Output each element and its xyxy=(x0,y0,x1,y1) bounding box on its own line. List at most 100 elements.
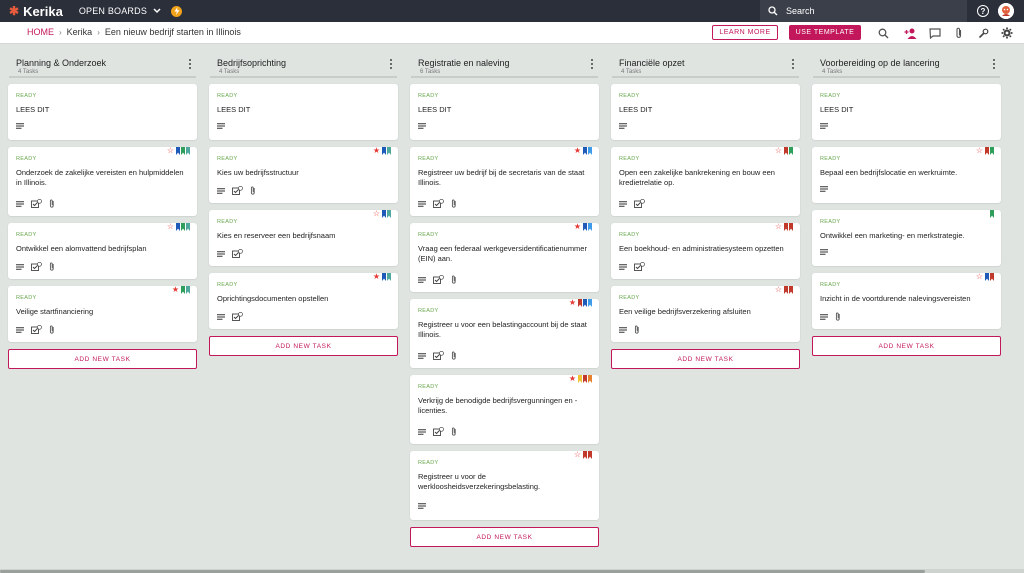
task-status: READY xyxy=(418,232,439,238)
star-filled-icon[interactable]: ★ xyxy=(574,223,581,231)
star-filled-icon[interactable]: ★ xyxy=(569,375,576,383)
task-card[interactable]: READY Kies uw bedrijfsstructuur ★ xyxy=(209,147,398,203)
add-new-task-button[interactable]: ADD NEW TASK xyxy=(812,336,1001,356)
task-card[interactable]: READY Een boekhoud- en administratiesyste… xyxy=(611,223,800,279)
search-icon[interactable] xyxy=(876,26,890,40)
task-card[interactable]: READY Bepaal een bedrijfslocatie en werkr… xyxy=(812,147,1001,203)
star-filled-icon[interactable]: ★ xyxy=(373,147,380,155)
column-header: Financiële opzet 4 Tasks xyxy=(612,56,799,78)
star-outline-icon[interactable]: ☆ xyxy=(775,223,782,231)
task-card[interactable]: READY Onderzoek de zakelijke vereisten en… xyxy=(8,147,197,216)
lines-icon xyxy=(16,263,24,270)
use-template-button[interactable]: USE TEMPLATE xyxy=(789,25,861,40)
add-new-task-button[interactable]: ADD NEW TASK xyxy=(410,527,599,547)
task-card[interactable]: READY Vraag een federaal werkgeversidenti… xyxy=(410,223,599,292)
column-header: Voorbereiding op de lancering 4 Tasks xyxy=(813,56,1000,78)
task-card[interactable]: READY Ontwikkel een marketing- en merkstr… xyxy=(812,210,1001,266)
task-card[interactable]: READY Open een zakelijke bankrekening en … xyxy=(611,147,800,216)
star-filled-icon[interactable]: ★ xyxy=(172,286,179,294)
add-person-icon[interactable] xyxy=(903,26,917,40)
column-title: Bedrijfsoprichting xyxy=(217,58,287,68)
task-title: LEES DIT xyxy=(217,105,251,114)
star-outline-icon[interactable]: ☆ xyxy=(775,147,782,155)
lines-icon xyxy=(418,503,426,509)
chat-icon[interactable] xyxy=(928,26,942,40)
task-card[interactable]: READY LEES DIT xyxy=(611,84,800,140)
search-placeholder: Search xyxy=(786,6,815,16)
add-new-task-button[interactable]: ADD NEW TASK xyxy=(209,336,398,356)
task-card[interactable]: READY Registreer u voor de werkloosheidsv… xyxy=(410,451,599,520)
attach-icon xyxy=(49,199,55,208)
tag-ribbon-teal xyxy=(387,210,391,218)
help-icon[interactable]: ? xyxy=(977,5,989,17)
task-indicators xyxy=(418,199,464,208)
task-card[interactable]: READY LEES DIT xyxy=(812,84,1001,140)
star-outline-icon[interactable]: ☆ xyxy=(775,286,782,294)
task-card[interactable]: READY Inzicht in de voortdurende naleving… xyxy=(812,273,1001,329)
task-card[interactable]: READY Registreer uw bedrijf bij de secret… xyxy=(410,147,599,216)
kerika-logo[interactable]: ✱ Kerika xyxy=(9,4,63,19)
task-indicators xyxy=(217,312,250,321)
task-status: READY xyxy=(217,156,238,162)
star-filled-icon[interactable]: ★ xyxy=(569,299,576,307)
add-new-task-button[interactable]: ADD NEW TASK xyxy=(611,349,800,369)
tag-ribbon-darkred xyxy=(588,451,592,459)
star-outline-icon[interactable]: ☆ xyxy=(574,451,581,459)
task-status: READY xyxy=(619,156,640,162)
star-outline-icon[interactable]: ☆ xyxy=(976,273,983,281)
bolt-icon[interactable] xyxy=(171,5,183,17)
checklist-icon xyxy=(433,275,444,284)
breadcrumb-home[interactable]: HOME xyxy=(27,27,54,37)
lines-icon xyxy=(418,428,426,435)
task-card[interactable]: READY LEES DIT xyxy=(410,84,599,140)
lines-icon xyxy=(217,313,225,320)
search-box[interactable]: Search xyxy=(760,0,967,22)
task-card[interactable]: READY LEES DIT xyxy=(209,84,398,140)
attach-icon xyxy=(634,325,640,334)
kebab-menu-icon[interactable] xyxy=(791,59,795,69)
add-new-task-button[interactable]: ADD NEW TASK xyxy=(8,349,197,369)
kebab-menu-icon[interactable] xyxy=(188,59,192,69)
tag-ribbon-darkred xyxy=(789,223,793,231)
task-card[interactable]: READY Verkrijg de benodigde bedrijfsvergu… xyxy=(410,375,599,444)
task-card[interactable]: READY Registreer u voor een belastingacco… xyxy=(410,299,599,368)
task-indicators xyxy=(418,275,464,284)
task-indicators xyxy=(820,123,835,129)
task-title: Registreer uw bedrijf bij de secretaris … xyxy=(418,168,585,187)
avatar[interactable] xyxy=(998,3,1014,19)
open-boards-menu[interactable]: OPEN BOARDS xyxy=(79,6,161,16)
tag-ribbon-green xyxy=(181,223,185,231)
breadcrumb-org[interactable]: Kerika xyxy=(67,27,93,37)
horizontal-scrollbar[interactable] xyxy=(0,569,1024,573)
task-flags: ★ xyxy=(172,286,190,294)
star-outline-icon[interactable]: ☆ xyxy=(167,147,174,155)
star-outline-icon[interactable]: ☆ xyxy=(976,147,983,155)
task-status: READY xyxy=(217,282,238,288)
column-title: Planning & Onderzoek xyxy=(16,58,107,68)
task-card[interactable]: READY Oprichtingsdocumenten opstellen ★ xyxy=(209,273,398,329)
task-card[interactable]: READY LEES DIT xyxy=(8,84,197,140)
attachment-icon[interactable] xyxy=(952,26,966,40)
task-flags: ☆ xyxy=(775,223,793,231)
task-card[interactable]: READY Kies en reserveer een bedrijfsnaam ☆ xyxy=(209,210,398,266)
kebab-menu-icon[interactable] xyxy=(992,59,996,69)
task-card[interactable]: READY Veilige startfinanciering ★ xyxy=(8,286,197,342)
star-outline-icon[interactable]: ☆ xyxy=(373,210,380,218)
lines-icon xyxy=(217,123,225,129)
tag-ribbon-green xyxy=(181,147,185,155)
tag-ribbon-lightblue xyxy=(588,299,592,307)
top-bar: ✱ Kerika OPEN BOARDS Search ? xyxy=(0,0,1024,22)
kebab-menu-icon[interactable] xyxy=(590,59,594,69)
wrench-icon[interactable] xyxy=(976,26,990,40)
learn-more-button[interactable]: LEARN MORE xyxy=(712,25,778,40)
kebab-menu-icon[interactable] xyxy=(389,59,393,69)
gear-icon[interactable] xyxy=(1000,26,1014,40)
task-title: Een veilige bedrijfsverzekering afsluite… xyxy=(619,307,751,316)
star-filled-icon[interactable]: ★ xyxy=(574,147,581,155)
task-card[interactable]: READY Ontwikkel een alomvattend bedrijfsp… xyxy=(8,223,197,279)
star-outline-icon[interactable]: ☆ xyxy=(167,223,174,231)
star-filled-icon[interactable]: ★ xyxy=(373,273,380,281)
task-title: Verkrijg de benodigde bedrijfsvergunning… xyxy=(418,396,578,415)
tag-ribbon-green xyxy=(181,286,185,294)
task-card[interactable]: READY Een veilige bedrijfsverzekering afs… xyxy=(611,286,800,342)
